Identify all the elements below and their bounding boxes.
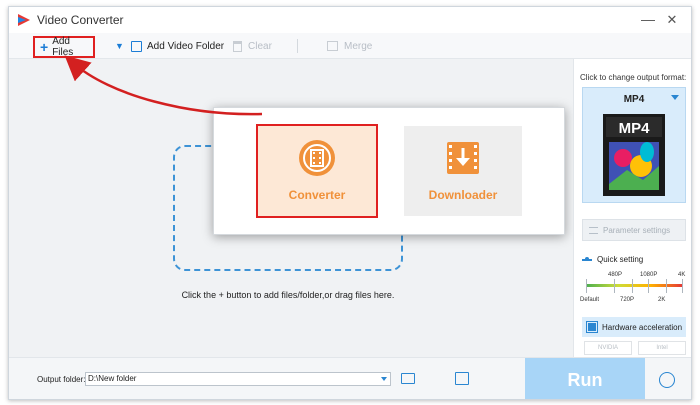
nvidia-badge[interactable]: NVIDIA: [584, 341, 632, 355]
open-folder-icon[interactable]: [455, 372, 469, 385]
clear-button[interactable]: Clear: [233, 38, 272, 54]
browse-folder-icon[interactable]: [401, 373, 415, 384]
clear-label: Clear: [248, 40, 272, 52]
quality-tick: [586, 279, 587, 293]
film-reel-icon: [299, 140, 335, 176]
merge-button[interactable]: Merge: [327, 38, 372, 54]
quality-tick: [682, 279, 683, 293]
download-icon: [447, 142, 479, 174]
run-button[interactable]: Run: [525, 358, 645, 399]
drop-hint: Click the + button to add files/folder,o…: [181, 290, 395, 300]
hardware-acceleration-label: Hardware acceleration: [602, 322, 683, 332]
quality-4k: 4K: [678, 272, 686, 278]
quality-tick: [666, 279, 667, 293]
alarm-clock-icon[interactable]: [659, 372, 675, 388]
add-video-folder-label: Add Video Folder: [147, 40, 225, 52]
quality-1080p: 1080P: [640, 272, 658, 278]
window-title: Video Converter: [37, 13, 124, 27]
bottom-bar: Output folder: D:\New folder Run: [9, 357, 691, 399]
downloader-label: Downloader: [428, 188, 498, 202]
title-bar: Video Converter — ✕: [9, 7, 691, 33]
output-format-selector[interactable]: MP4 MP4: [582, 87, 686, 203]
minimize-button[interactable]: —: [639, 11, 657, 29]
mode-popup: Converter Downloader: [213, 107, 565, 235]
app-logo-icon: [18, 14, 30, 26]
intel-badge[interactable]: Intel: [638, 341, 686, 355]
quick-setting-text: Quick setting: [597, 255, 644, 264]
add-video-folder-button[interactable]: Add Video Folder: [131, 38, 224, 54]
chevron-down-icon[interactable]: [671, 95, 679, 100]
add-files-label: Add Files: [52, 36, 74, 58]
output-folder-label: Output folder:: [37, 375, 86, 384]
close-button[interactable]: ✕: [663, 11, 681, 29]
plus-icon: +: [40, 39, 49, 55]
sliders-icon: [589, 226, 598, 234]
app-window: Video Converter — ✕ + Add Files ▼ Add Vi…: [8, 6, 692, 400]
output-folder-value: D:\New folder: [88, 374, 137, 383]
quality-720p: 720P: [620, 297, 635, 303]
format-name: MP4: [623, 94, 645, 105]
add-files-button[interactable]: + Add Files: [33, 36, 95, 58]
output-settings-panel: Click to change output format: MP4 MP4 P…: [573, 59, 691, 357]
quality-tick: [648, 279, 649, 293]
mp4-art-text: MP4: [619, 120, 651, 137]
converter-option[interactable]: Converter: [256, 124, 378, 218]
converter-label: Converter: [288, 188, 346, 202]
merge-label: Merge: [344, 40, 373, 52]
format-hint: Click to change output format:: [580, 73, 687, 82]
file-list-area: Click the + button to add files/folder,o…: [9, 59, 573, 357]
quality-2k: 2K: [658, 297, 666, 303]
add-files-dropdown[interactable]: ▼: [115, 38, 124, 54]
quality-480p: 480P: [608, 272, 623, 278]
chip-icon: [586, 321, 598, 333]
quality-default: Default: [580, 297, 600, 303]
folder-icon: [131, 40, 142, 52]
quality-tick: [632, 279, 633, 293]
trash-icon: [233, 40, 242, 52]
quick-setting-label: Quick setting: [582, 255, 643, 264]
quality-tick: [614, 279, 615, 293]
merge-icon: [327, 41, 338, 51]
toolbar: + Add Files ▼ Add Video Folder Clear Mer…: [9, 33, 691, 59]
slider-icon: [582, 256, 592, 261]
chevron-down-icon[interactable]: [381, 377, 387, 381]
mp4-format-icon: MP4: [603, 114, 665, 196]
hardware-acceleration-toggle[interactable]: Hardware acceleration: [582, 317, 686, 337]
downloader-option[interactable]: Downloader: [404, 126, 522, 216]
output-folder-input[interactable]: D:\New folder: [85, 372, 391, 386]
parameter-settings-button[interactable]: Parameter settings: [582, 219, 686, 241]
toolbar-divider: [297, 39, 298, 53]
quality-slider[interactable]: [586, 284, 682, 287]
parameter-settings-label: Parameter settings: [603, 225, 671, 235]
